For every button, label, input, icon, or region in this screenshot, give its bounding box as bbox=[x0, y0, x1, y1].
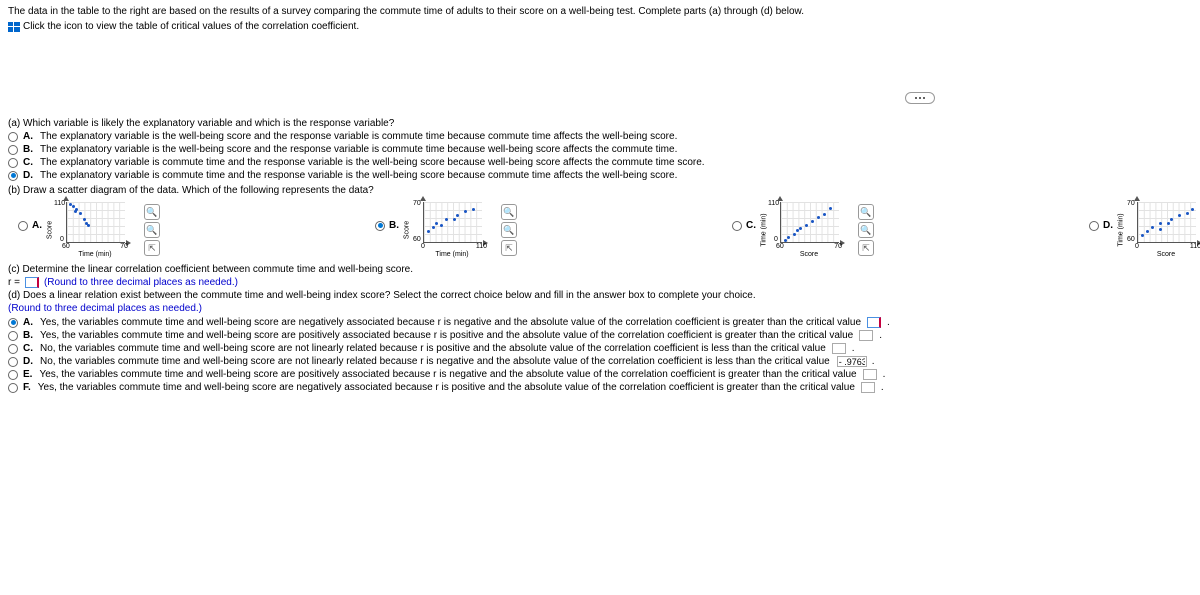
radio-d-F[interactable] bbox=[8, 383, 18, 393]
radio-d-D[interactable] bbox=[8, 357, 18, 367]
opt-d-E: Yes, the variables commute time and well… bbox=[39, 369, 856, 380]
opt-d-C: No, the variables commute time and well-… bbox=[40, 343, 826, 354]
scatter-row: A. Score 110 0 6 bbox=[18, 202, 1192, 258]
pop-out-icon[interactable]: ⇱ bbox=[858, 240, 874, 256]
scatter-label-C: C. bbox=[746, 220, 756, 231]
radio-a-D[interactable] bbox=[8, 171, 18, 181]
crit-input-F[interactable] bbox=[861, 382, 875, 393]
radio-b-B[interactable] bbox=[375, 221, 385, 231]
critical-values-link[interactable]: Click the icon to view the table of crit… bbox=[8, 21, 359, 32]
opt-d-B: Yes, the variables commute time and well… bbox=[40, 330, 853, 341]
opt-a-B: The explanatory variable is the well-bei… bbox=[40, 144, 677, 155]
radio-b-A[interactable] bbox=[18, 221, 28, 231]
part-d-question: (d) Does a linear relation exist between… bbox=[8, 290, 1192, 301]
zoom-out-icon[interactable]: 🔍 bbox=[858, 222, 874, 238]
radio-a-C[interactable] bbox=[8, 158, 18, 168]
crit-input-E[interactable] bbox=[863, 369, 877, 380]
radio-d-E[interactable] bbox=[8, 370, 18, 380]
zoom-in-icon[interactable]: 🔍 bbox=[858, 204, 874, 220]
part-a-question: (a) Which variable is likely the explana… bbox=[8, 118, 1192, 129]
scatter-label-D: D. bbox=[1103, 220, 1113, 231]
opt-a-A: The explanatory variable is the well-bei… bbox=[40, 131, 677, 142]
opt-a-D: The explanatory variable is commute time… bbox=[40, 170, 677, 181]
r-input[interactable] bbox=[25, 277, 39, 288]
critical-values-link-text: Click the icon to view the table of crit… bbox=[23, 21, 359, 32]
radio-d-B[interactable] bbox=[8, 331, 18, 341]
opt-d-D: No, the variables commute time and well-… bbox=[40, 356, 830, 367]
opt-d-F: Yes, the variables commute time and well… bbox=[38, 382, 855, 393]
crit-input-D[interactable] bbox=[837, 356, 867, 367]
more-icon[interactable] bbox=[905, 92, 935, 104]
table-icon bbox=[8, 22, 20, 32]
radio-b-D[interactable] bbox=[1089, 221, 1099, 231]
zoom-out-icon[interactable]: 🔍 bbox=[144, 222, 160, 238]
intro-text: The data in the table to the right are b… bbox=[8, 6, 1192, 17]
pop-out-icon[interactable]: ⇱ bbox=[144, 240, 160, 256]
r-equals: r = bbox=[8, 277, 20, 288]
scatter-plot-C: Time (min) 110 0 60 bbox=[764, 202, 854, 258]
zoom-in-icon[interactable]: 🔍 bbox=[144, 204, 160, 220]
radio-a-A[interactable] bbox=[8, 132, 18, 142]
opt-a-C: The explanatory variable is commute time… bbox=[40, 157, 705, 168]
radio-b-C[interactable] bbox=[732, 221, 742, 231]
part-b-question: (b) Draw a scatter diagram of the data. … bbox=[8, 185, 1192, 196]
radio-d-A[interactable] bbox=[8, 318, 18, 328]
scatter-plot-B: Score 70 60 0 110 bbox=[407, 202, 497, 258]
part-d-hint: (Round to three decimal places as needed… bbox=[8, 303, 1192, 314]
crit-input-A[interactable] bbox=[867, 317, 881, 328]
scatter-plot-D: Time (min) 70 60 0 bbox=[1121, 202, 1200, 258]
scatter-label-B: B. bbox=[389, 220, 399, 231]
zoom-out-icon[interactable]: 🔍 bbox=[501, 222, 517, 238]
part-c-hint: (Round to three decimal places as needed… bbox=[44, 277, 238, 288]
crit-input-C[interactable] bbox=[832, 343, 846, 354]
radio-d-C[interactable] bbox=[8, 344, 18, 354]
opt-d-A: Yes, the variables commute time and well… bbox=[40, 317, 861, 328]
scatter-plot-A: Score 110 0 60 70 Tim bbox=[50, 202, 140, 258]
part-c-question: (c) Determine the linear correlation coe… bbox=[8, 264, 1192, 275]
scatter-label-A: A. bbox=[32, 220, 42, 231]
zoom-in-icon[interactable]: 🔍 bbox=[501, 204, 517, 220]
pop-out-icon[interactable]: ⇱ bbox=[501, 240, 517, 256]
crit-input-B[interactable] bbox=[859, 330, 873, 341]
radio-a-B[interactable] bbox=[8, 145, 18, 155]
